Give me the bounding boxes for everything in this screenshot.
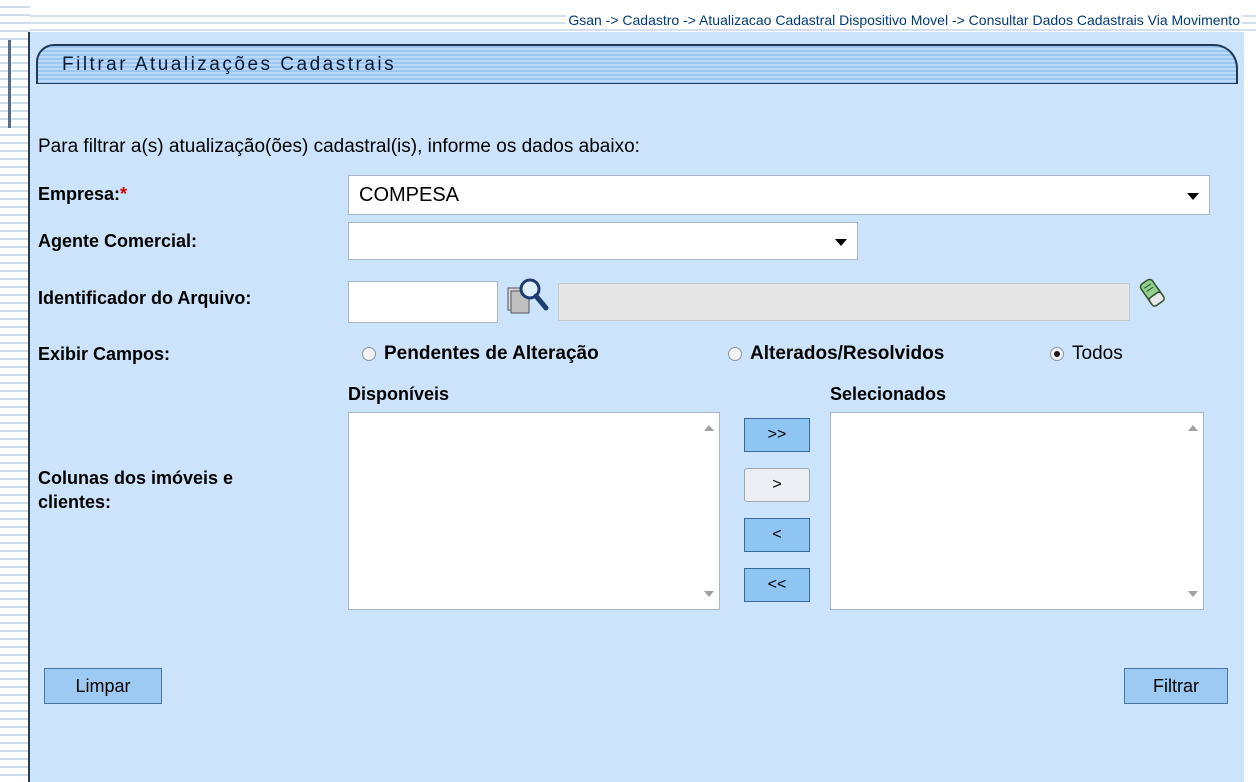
radio-pendentes-label: Pendentes de Alteração xyxy=(384,343,599,364)
selecionados-header: Selecionados xyxy=(830,384,947,404)
panel-title: Filtrar Atualizações Cadastrais xyxy=(62,54,397,75)
empresa-label: Empresa:* xyxy=(38,184,127,205)
intro-text: Para filtrar a(s) atualização(ões) cadas… xyxy=(38,136,640,157)
arquivo-description-field xyxy=(558,283,1130,321)
empresa-select-value: COMPESA xyxy=(359,184,460,206)
empresa-select[interactable]: COMPESA xyxy=(348,175,1210,215)
move-right-button[interactable]: > xyxy=(744,468,810,502)
disponiveis-listbox[interactable] xyxy=(348,412,720,610)
eraser-icon[interactable] xyxy=(1138,276,1168,308)
radio-alterados-label: Alterados/Resolvidos xyxy=(750,343,945,364)
agente-select[interactable] xyxy=(348,222,858,260)
arquivo-input[interactable] xyxy=(348,281,498,323)
scroll-up-icon[interactable] xyxy=(704,425,714,431)
disponiveis-scrollbar[interactable] xyxy=(699,413,719,609)
breadcrumb: Gsan -> Cadastro -> Atualizacao Cadastra… xyxy=(566,12,1242,28)
panel-header: Filtrar Atualizações Cadastrais xyxy=(36,44,1238,84)
scroll-down-icon[interactable] xyxy=(704,591,714,597)
radio-alterados[interactable] xyxy=(728,347,742,361)
left-frame-scroll-marker xyxy=(8,40,11,128)
colunas-label-line1: Colunas dos imóveis e xyxy=(38,468,234,488)
move-all-left-button[interactable]: << xyxy=(744,568,810,602)
selecionados-scrollbar[interactable] xyxy=(1183,413,1203,609)
disponiveis-header: Disponíveis xyxy=(348,384,450,404)
move-all-right-button[interactable]: >> xyxy=(744,418,810,452)
radio-todos[interactable] xyxy=(1050,347,1064,361)
required-mark: * xyxy=(120,184,128,204)
radio-pendentes[interactable] xyxy=(362,347,376,361)
colunas-label-line2: clientes: xyxy=(38,492,112,512)
radio-todos-label: Todos xyxy=(1072,343,1123,364)
agente-label: Agente Comercial: xyxy=(38,231,198,251)
arquivo-label: Identificador do Arquivo: xyxy=(38,288,252,308)
magnifier-search-icon[interactable] xyxy=(506,276,550,316)
filter-button[interactable]: Filtrar xyxy=(1124,668,1228,704)
empresa-label-text: Empresa: xyxy=(38,184,121,204)
scroll-down-icon[interactable] xyxy=(1188,591,1198,597)
left-decor-stripe xyxy=(0,0,30,782)
scroll-up-icon[interactable] xyxy=(1188,425,1198,431)
clear-button[interactable]: Limpar xyxy=(44,668,162,704)
move-left-button[interactable]: < xyxy=(744,518,810,552)
filter-panel: Filtrar Atualizações Cadastrais Para fil… xyxy=(28,32,1244,782)
exibir-campos-label: Exibir Campos: xyxy=(38,344,171,364)
chevron-down-icon xyxy=(835,239,847,246)
chevron-down-icon xyxy=(1187,193,1199,200)
selecionados-listbox[interactable] xyxy=(830,412,1204,610)
